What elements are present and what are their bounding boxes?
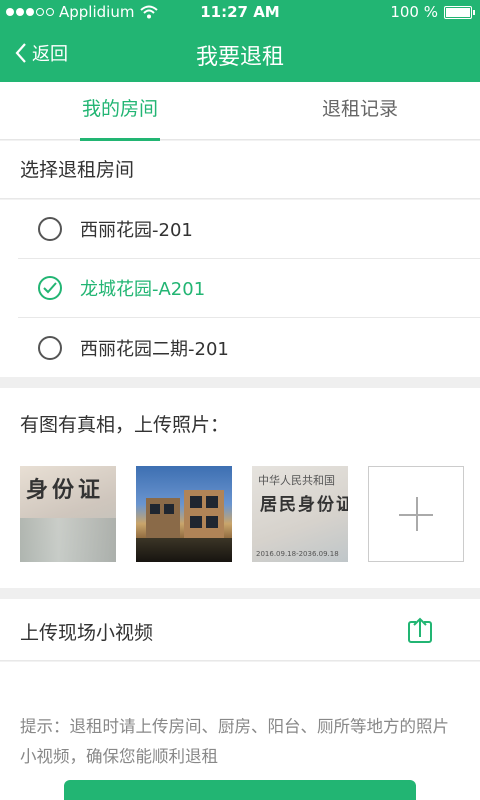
id-card-caption: 身份证 [26,477,105,503]
room-label: 西丽花园-201 [80,220,193,241]
photo-grid: 身份证 中华人民共和国 居民身份证 2016.09.18-2036.09.18 [20,466,464,562]
battery-icon [444,5,475,19]
page-title: 我要退租 [195,45,284,70]
tab-bar: 我的房间 退租记录 [0,82,480,141]
tab-my-rooms[interactable]: 我的房间 [0,82,240,141]
tab-checkout-records[interactable]: 退租记录 [240,82,480,139]
tips-text: 提示：退租时请上传房间、厨房、阳台、厕所等地方的照片小视频，确保您能顺利退租 [20,717,449,766]
photo-section: 有图有真相，上传照片： 身份证 中华人民共和国 居民身份证 2016.09.18… [0,388,480,588]
radio-unchecked-icon [38,217,62,241]
submit-button[interactable] [64,780,416,800]
room-option-2[interactable]: 龙城花园-A201 [18,259,480,318]
id-back-line3: 2016.09.18-2036.09.18 [256,550,339,558]
photo-section-title: 有图有真相，上传照片： [20,414,230,436]
room-list: 西丽花园-201 龙城花园-A201 西丽花园二期-201 [0,200,480,377]
room-option-1[interactable]: 西丽花园-201 [18,200,480,259]
battery-text: 100 % [390,3,438,21]
upload-icon[interactable] [407,616,433,644]
radio-checked-icon [38,276,62,300]
add-photo-button[interactable] [368,466,464,562]
photo-thumbnail-building[interactable] [136,466,232,562]
room-label: 西丽花园二期-201 [80,338,229,360]
photo-thumbnail-id-back[interactable]: 中华人民共和国 居民身份证 2016.09.18-2036.09.18 [252,466,348,562]
section-divider [0,588,480,599]
radio-unchecked-icon [38,335,62,360]
room-label: 龙城花园-A201 [80,279,206,300]
section-divider [0,377,480,388]
id-back-line2: 居民身份证 [260,495,348,515]
photo-thumbnail-id-front[interactable]: 身份证 [20,466,116,562]
room-option-3[interactable]: 西丽花园二期-201 [18,318,480,377]
room-section-title: 选择退租房间 [0,141,480,199]
id-back-line1: 中华人民共和国 [258,474,335,487]
battery-group: 100 % [390,3,475,21]
upload-video-row[interactable]: 上传现场小视频 [0,599,480,661]
video-label: 上传现场小视频 [20,622,154,644]
nav-bar: 返回 我要退租 [0,24,480,82]
status-bar: Applidium 11:27 AM 100 % [0,0,480,24]
